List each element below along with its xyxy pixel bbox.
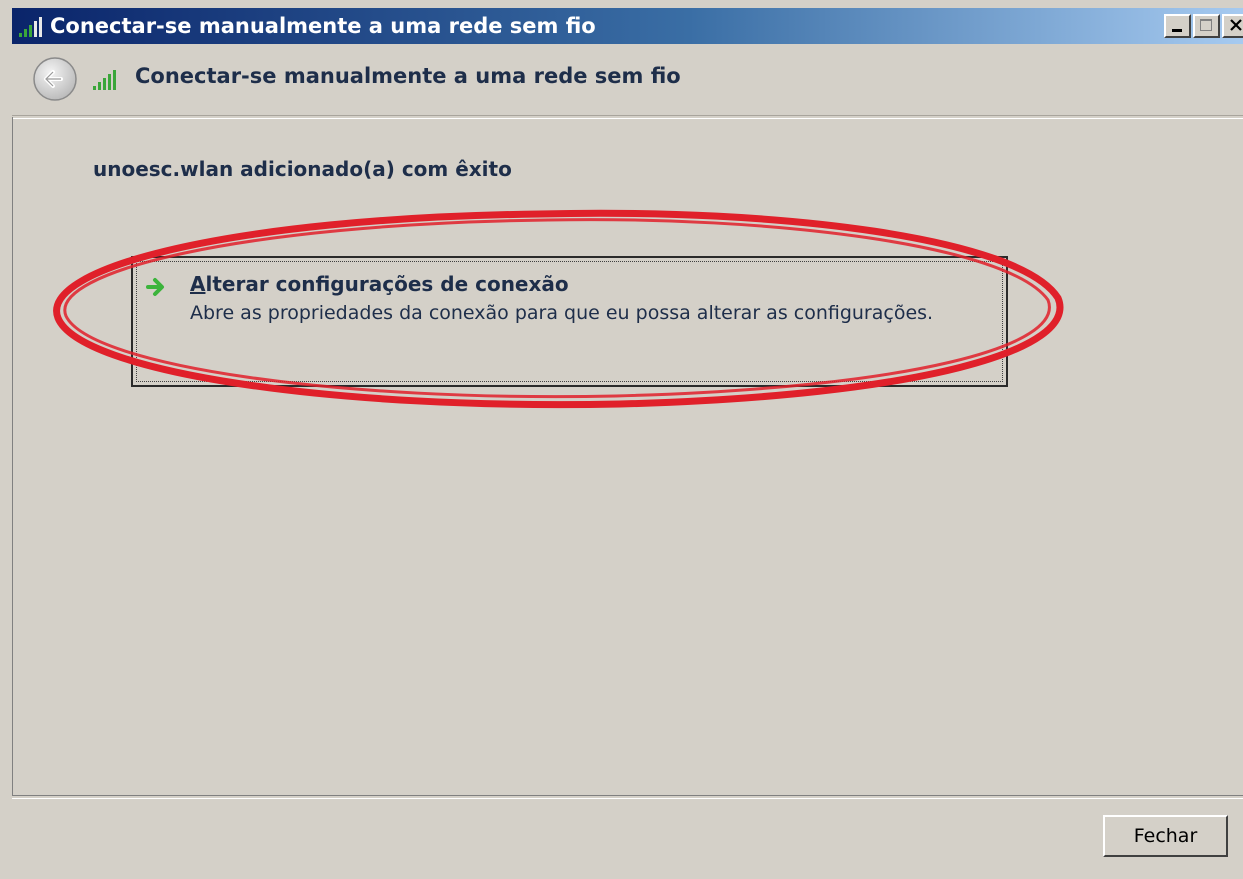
change-connection-settings-link[interactable]: Alterar configurações de conexão Abre as… — [131, 256, 1008, 387]
link-title: Alterar configurações de conexão — [190, 272, 569, 296]
main-content: unoesc.wlan adicionado(a) com êxito Alte… — [12, 117, 1243, 795]
close-icon — [1229, 19, 1242, 31]
close-button[interactable]: Fechar — [1103, 815, 1228, 857]
navigation-header: Conectar-se manualmente a uma rede sem f… — [12, 44, 1243, 116]
back-arrow-icon[interactable] — [32, 56, 78, 102]
green-arrow-icon — [146, 278, 164, 296]
link-title-text: lterar configurações de conexão — [205, 272, 569, 296]
title-bar[interactable]: Conectar-se manualmente a uma rede sem f… — [12, 8, 1243, 44]
page-title: Conectar-se manualmente a uma rede sem f… — [135, 64, 681, 88]
minimize-icon — [1172, 29, 1182, 32]
maximize-button[interactable] — [1193, 14, 1220, 38]
link-accelerator: A — [190, 272, 206, 296]
footer-divider — [12, 795, 1243, 799]
dialog-window: Conectar-se manualmente a uma rede sem f… — [0, 0, 1243, 879]
link-description: Abre as propriedades da conexão para que… — [190, 302, 934, 324]
success-message: unoesc.wlan adicionado(a) com êxito — [93, 157, 512, 181]
maximize-icon — [1200, 19, 1212, 31]
wireless-signal-icon — [93, 70, 116, 90]
wireless-signal-icon — [19, 17, 42, 37]
close-window-button[interactable] — [1222, 14, 1243, 38]
minimize-button[interactable] — [1164, 14, 1191, 38]
window-title: Conectar-se manualmente a uma rede sem f… — [50, 14, 596, 38]
